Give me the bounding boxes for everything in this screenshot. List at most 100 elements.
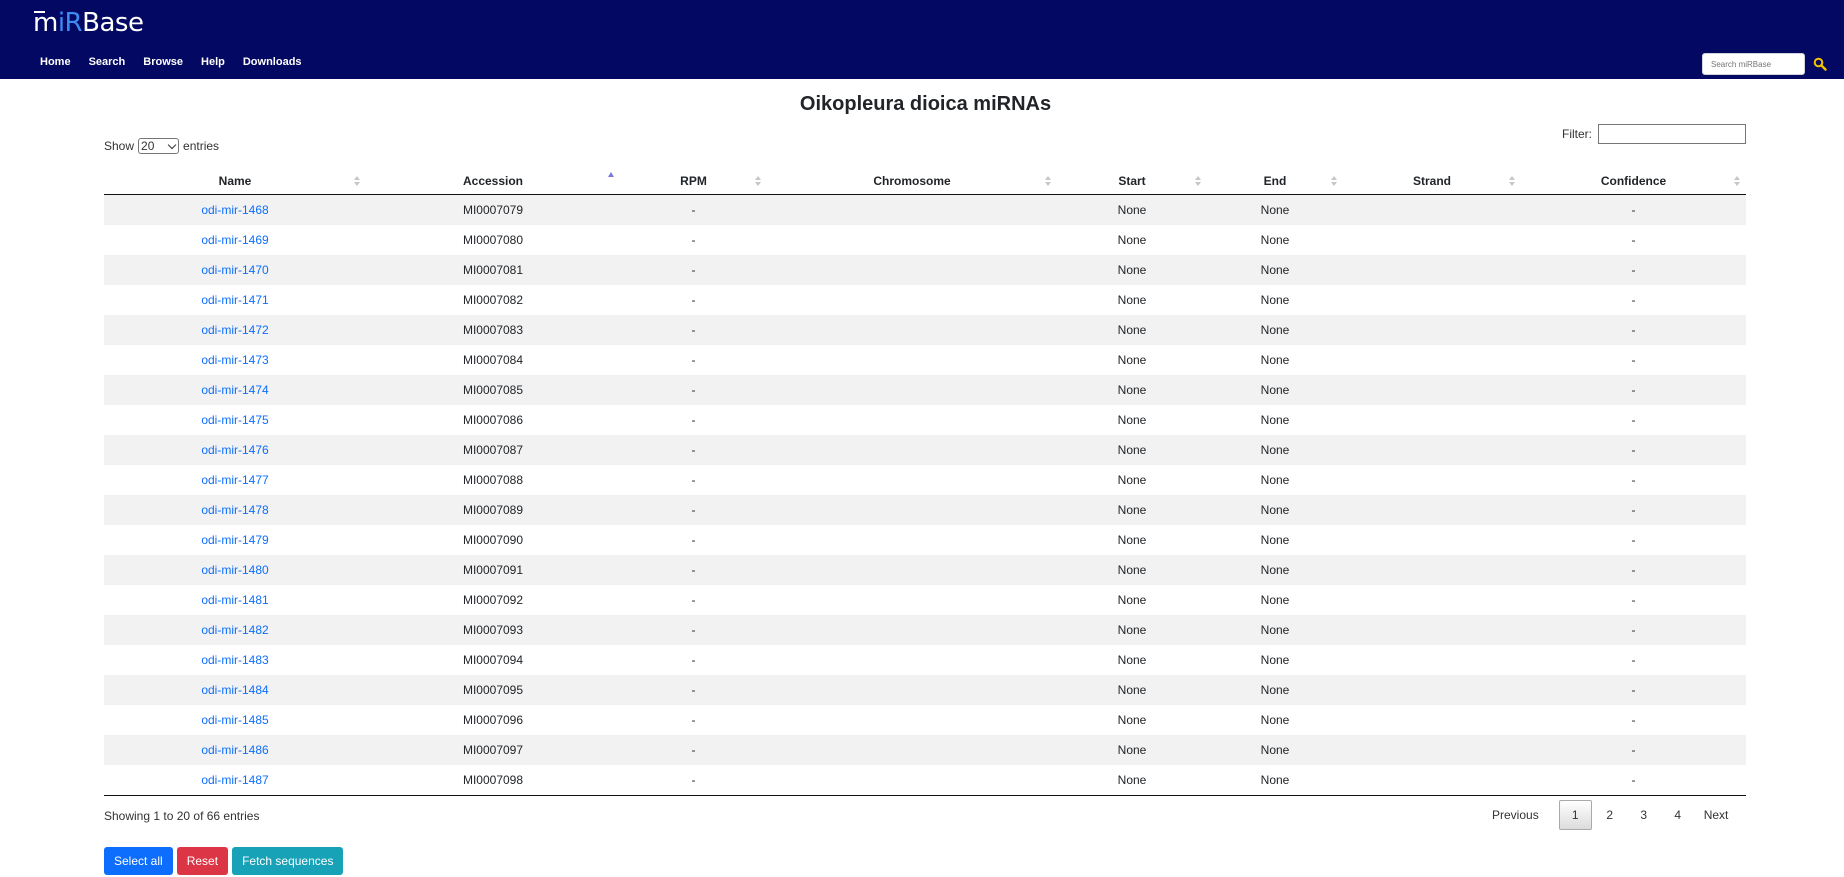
mirna-link[interactable]: odi-mir-1471 [201,293,268,307]
site-search-input[interactable] [1702,53,1805,75]
cell-confidence: - [1631,293,1636,307]
cell-name: odi-mir-1485 [104,705,366,735]
mirna-link[interactable]: odi-mir-1485 [201,713,268,727]
cell-accession: MI0007081 [366,255,620,285]
column-header-name[interactable]: Name [104,167,366,195]
fetch-sequences-button[interactable]: Fetch sequences [232,847,344,875]
cell-confidence: - [1631,413,1636,427]
mirna-link[interactable]: odi-mir-1476 [201,443,268,457]
cell-start: None [1117,533,1147,547]
cell-rpm: - [691,413,696,427]
cell-rpm: - [620,555,767,585]
nav-downloads[interactable]: Downloads [243,56,302,68]
cell-strand [1343,465,1521,495]
page-button-1[interactable]: 1 [1558,800,1592,830]
mirna-link[interactable]: odi-mir-1483 [201,653,268,667]
mirna-link[interactable]: odi-mir-1481 [201,593,268,607]
mirna-link[interactable]: odi-mir-1484 [201,683,268,697]
filter-label: Filter: [1562,127,1592,141]
mirna-link[interactable]: odi-mir-1472 [201,323,268,337]
table-row: odi-mir-1483 MI0007094 - None None - [104,645,1746,675]
cell-start: None [1057,615,1207,645]
table-filter: Filter: [1562,124,1746,144]
cell-confidence: - [1521,435,1746,465]
mirbase-logo[interactable]: m iR Base [33,8,144,38]
cell-end: None [1207,555,1343,585]
cell-strand [1343,705,1521,735]
mirna-link[interactable]: odi-mir-1479 [201,533,268,547]
cell-name: odi-mir-1475 [104,405,366,435]
cell-rpm: - [691,593,696,607]
cell-name: odi-mir-1472 [104,315,366,345]
cell-start: None [1057,735,1207,765]
cell-end: None [1207,194,1343,225]
cell-confidence: - [1521,495,1746,525]
cell-chromosome [767,225,1057,255]
table-info: Showing 1 to 20 of 66 entries [104,809,260,823]
cell-start: None [1117,473,1147,487]
page-button-3[interactable]: 3 [1628,800,1660,830]
nav-help[interactable]: Help [201,56,225,68]
logo-m: m [33,8,58,38]
mirna-link[interactable]: odi-mir-1469 [201,233,268,247]
mirna-link[interactable]: odi-mir-1487 [201,773,268,787]
cell-name: odi-mir-1486 [104,735,366,765]
search-icon[interactable] [1813,57,1827,71]
mirna-link[interactable]: odi-mir-1468 [201,203,268,217]
logo-ir: iR [57,8,83,38]
table-row: odi-mir-1468 MI0007079- None None - [104,194,1746,225]
page-button-2[interactable]: 2 [1594,800,1626,830]
cell-strand [1343,735,1521,765]
previous-page-button[interactable]: Previous [1484,800,1547,830]
column-header-accession[interactable]: Accession [366,167,620,195]
filter-input[interactable] [1598,124,1746,144]
table-row: odi-mir-1471 MI0007082 - None None - [104,285,1746,315]
cell-rpm: - [620,435,767,465]
cell-accession: MI0007093 [366,615,620,645]
sort-both-icon [1195,176,1201,186]
mirna-link[interactable]: odi-mir-1482 [201,623,268,637]
action-buttons: Select all Reset Fetch sequences [104,847,344,875]
nav-search[interactable]: Search [89,56,126,68]
cell-chromosome [767,645,1057,675]
table-row: odi-mir-1473 MI0007084 - None None - [104,345,1746,375]
cell-accession: MI0007098 [366,765,620,796]
cell-start: None [1117,233,1147,247]
mirna-link[interactable]: odi-mir-1473 [201,353,268,367]
cell-start: None [1117,593,1147,607]
cell-chromosome [767,765,1057,796]
nav-home[interactable]: Home [40,56,71,68]
cell-confidence: - [1521,315,1746,345]
mirna-link[interactable]: odi-mir-1470 [201,263,268,277]
mirna-link[interactable]: odi-mir-1478 [201,503,268,517]
sort-both-icon [755,176,761,186]
column-header-confidence[interactable]: Confidence [1521,167,1746,195]
table-row: odi-mir-1472 MI0007083- None None - [104,315,1746,345]
column-header-chromosome[interactable]: Chromosome [767,167,1057,195]
select-all-button[interactable]: Select all [104,847,173,875]
column-header-strand[interactable]: Strand [1343,167,1521,195]
mirna-link[interactable]: odi-mir-1486 [201,743,268,757]
table-row: odi-mir-1477 MI0007088 - None None - [104,465,1746,495]
next-page-button[interactable]: Next [1696,800,1737,830]
cell-end: None [1207,435,1343,465]
cell-start: None [1057,315,1207,345]
column-header-start[interactable]: Start [1057,167,1207,195]
reset-button[interactable]: Reset [176,847,229,875]
cell-name: odi-mir-1484 [104,675,366,705]
column-header-end[interactable]: End [1207,167,1343,195]
mirna-link[interactable]: odi-mir-1475 [201,413,268,427]
cell-accession: MI0007097 [366,735,620,765]
column-header-rpm[interactable]: RPM [620,167,767,195]
nav-browse[interactable]: Browse [143,56,183,68]
mirna-link[interactable]: odi-mir-1480 [201,563,268,577]
page-button-4[interactable]: 4 [1662,800,1694,830]
cell-accession: MI0007079 [366,194,620,225]
mirna-link[interactable]: odi-mir-1477 [201,473,268,487]
cell-rpm: - [620,675,767,705]
cell-end: None [1207,765,1343,796]
cell-chromosome [767,705,1057,735]
mirna-link[interactable]: odi-mir-1474 [201,383,268,397]
cell-strand [1343,555,1521,585]
page-size-select[interactable]: 20 [138,138,180,154]
